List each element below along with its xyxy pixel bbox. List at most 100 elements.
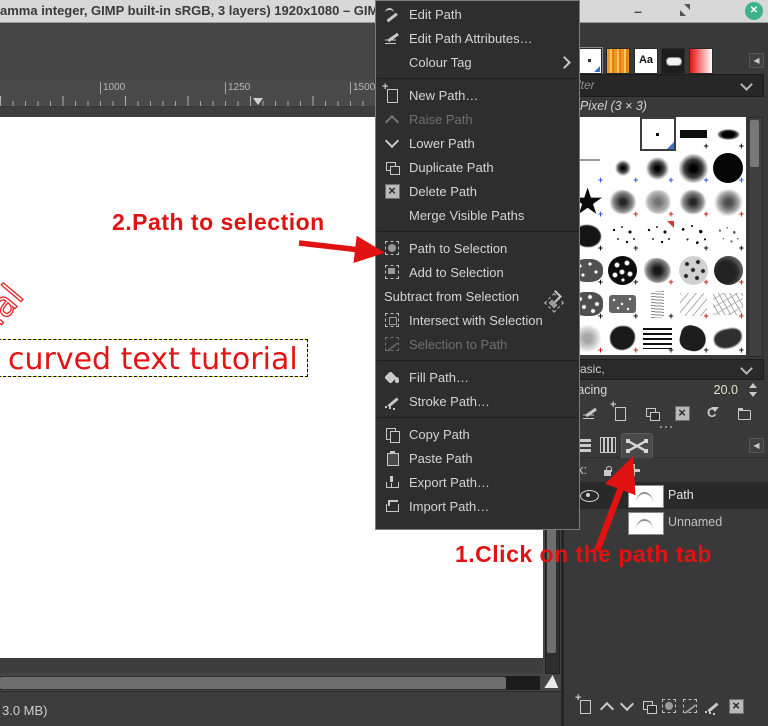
menu-item-import-path[interactable]: Import Path… — [376, 494, 579, 518]
close-button[interactable]: ✕ — [745, 2, 763, 20]
brush-cell-splat-light[interactable]: + — [640, 185, 675, 219]
menu-item-copy-path[interactable]: Copy Path — [376, 422, 579, 446]
brush-cell-grain[interactable]: + — [711, 253, 746, 287]
brush-cell-splat[interactable]: + — [676, 185, 711, 219]
menu-item-merge-visible-paths[interactable]: Merge Visible Paths — [376, 203, 579, 227]
menu-item-intersect-with-selection[interactable]: Intersect with Selection — [376, 308, 579, 332]
horizontal-scrollbar[interactable] — [0, 676, 540, 690]
path-row-path[interactable]: Path — [564, 482, 768, 509]
paths-tab[interactable] — [621, 433, 653, 458]
dock-drag-handle-icon[interactable] — [660, 426, 662, 428]
menu-item-path-to-selection[interactable]: Path to Selection — [376, 236, 579, 260]
menu-item-selection-to-path[interactable]: Selection to Path — [376, 332, 579, 356]
brush-cell-honeycomb[interactable]: + — [605, 253, 640, 287]
brush-cell-scratch[interactable]: + — [640, 287, 675, 321]
brush-cell-bar[interactable]: + — [676, 117, 711, 151]
delete-path-icon[interactable] — [728, 698, 744, 714]
brushes-tab[interactable] — [578, 48, 602, 74]
path-name-label: Path — [668, 488, 694, 502]
tool-presets-tab[interactable] — [661, 48, 685, 74]
stroke-path-icon[interactable] — [704, 698, 720, 714]
menu-item-edit-path[interactable]: Edit Path — [376, 2, 579, 26]
delete-brush-icon[interactable] — [674, 405, 690, 421]
brush-cell-rough[interactable]: + — [676, 321, 711, 355]
refresh-brushes-icon[interactable] — [705, 405, 721, 421]
brush-cell-sketch[interactable]: + — [711, 287, 746, 321]
dock-collapse-button[interactable]: ◀ — [749, 53, 764, 68]
brush-cell-ellipse[interactable]: + — [711, 117, 746, 151]
brush-cell-blank[interactable] — [605, 117, 640, 151]
horizontal-scrollbar-thumb[interactable] — [0, 677, 506, 689]
lower-path-icon[interactable] — [619, 698, 635, 714]
brush-cell-dotring[interactable]: + — [676, 253, 711, 287]
chevron-down-icon[interactable] — [740, 78, 753, 91]
brush-cell-fuzzy-s[interactable]: + — [605, 151, 640, 185]
menu-item-add-to-selection[interactable]: Add to Selection — [376, 260, 579, 284]
menu-item-label: Delete Path — [409, 184, 477, 199]
chevron-down-icon[interactable] — [740, 362, 753, 375]
menu-item-delete-path[interactable]: Delete Path — [376, 179, 579, 203]
spacing-spinner[interactable] — [748, 383, 758, 397]
fonts-tab[interactable]: Aa — [634, 48, 658, 74]
selection-to-path-icon[interactable] — [682, 698, 698, 714]
brush-tag-select[interactable]: Basic, — [565, 359, 764, 380]
brush-cell-specks[interactable]: + — [605, 219, 640, 253]
menu-item-fill-path[interactable]: Fill Path… — [376, 365, 579, 389]
restore-button[interactable] — [680, 6, 690, 16]
menu-item-paste-path[interactable]: Paste Path — [376, 446, 579, 470]
annotation-step2: 2.Path to selection — [112, 209, 325, 236]
path-row-unnamed[interactable]: Unnamed — [564, 509, 768, 536]
open-brush-icon[interactable] — [736, 405, 752, 421]
brush-cell-sponge[interactable]: + — [605, 287, 640, 321]
menu-separator — [377, 231, 578, 232]
path-to-selection-icon[interactable] — [661, 698, 677, 714]
brush-cell-specks[interactable] — [640, 219, 675, 253]
brush-cell-hlines[interactable]: + — [640, 321, 675, 355]
brush-cell-blob-dark2[interactable]: + — [605, 321, 640, 355]
menu-item-stroke-path[interactable]: Stroke Path… — [376, 389, 579, 413]
canvas-navigation-button[interactable] — [542, 673, 561, 691]
new-brush-icon[interactable] — [612, 405, 628, 421]
brush-splat-light-thumbnail — [645, 190, 671, 214]
menu-item-edit-path-attributes[interactable]: Edit Path Attributes… — [376, 26, 579, 50]
brush-cell-dashes[interactable]: + — [676, 287, 711, 321]
channels-tab[interactable] — [596, 433, 620, 457]
brush-grid[interactable]: +++++++++++++++++++++++++++++++ — [570, 117, 746, 355]
path-thumbnail[interactable] — [628, 485, 664, 508]
visibility-eye-icon[interactable] — [580, 490, 599, 502]
edit-brush-icon[interactable] — [582, 405, 598, 421]
path-thumbnail[interactable] — [628, 512, 664, 535]
minimize-button[interactable]: – — [628, 0, 648, 22]
brush-cell-splat-soft[interactable]: + — [711, 185, 746, 219]
lock-path-icon[interactable] — [602, 462, 618, 478]
brush-cell-specks-dense[interactable]: + — [676, 219, 711, 253]
raise-path-icon[interactable] — [599, 698, 615, 714]
menu-item-export-path[interactable]: Export Path… — [376, 470, 579, 494]
brush-grid-scrollbar-thumb[interactable] — [750, 120, 759, 167]
brush-filter-input[interactable]: filter — [565, 74, 764, 97]
brush-cell-dot[interactable] — [640, 117, 675, 151]
brush-cell-disc[interactable]: + — [711, 151, 746, 185]
brush-cell-fuzzy-m[interactable]: + — [640, 151, 675, 185]
duplicate-path-icon[interactable] — [641, 698, 657, 714]
dialog-collapse-button[interactable]: ◀ — [749, 438, 764, 453]
brush-cell-specks-sparse[interactable]: + — [711, 219, 746, 253]
menu-item-subtract-from-selection[interactable]: Subtract from Selection — [376, 284, 579, 308]
spacing-value[interactable]: 20.0 — [714, 383, 738, 397]
brush-cell-fuzzy-l[interactable]: + — [676, 151, 711, 185]
menu-item-duplicate-path[interactable]: Duplicate Path — [376, 155, 579, 179]
duplicate-brush-icon[interactable] — [644, 405, 660, 421]
brush-cell-splat[interactable]: + — [605, 185, 640, 219]
brush-grid-scrollbar[interactable] — [748, 117, 763, 357]
menu-item-lower-path[interactable]: Lower Path — [376, 131, 579, 155]
new-path-icon[interactable] — [577, 698, 593, 714]
menu-item-raise-path[interactable]: Raise Path — [376, 107, 579, 131]
brush-cell-splat-rough[interactable]: + — [640, 253, 675, 287]
menu-item-new-path[interactable]: New Path… — [376, 83, 579, 107]
brush-cell-smudge[interactable]: + — [711, 321, 746, 355]
patterns-tab[interactable] — [606, 48, 630, 74]
menu-item-colour-tag[interactable]: Colour Tag — [376, 50, 579, 74]
gradients-tab[interactable] — [689, 48, 713, 74]
lock-position-icon[interactable] — [626, 462, 642, 478]
brush-marker-icon: + — [739, 175, 744, 185]
